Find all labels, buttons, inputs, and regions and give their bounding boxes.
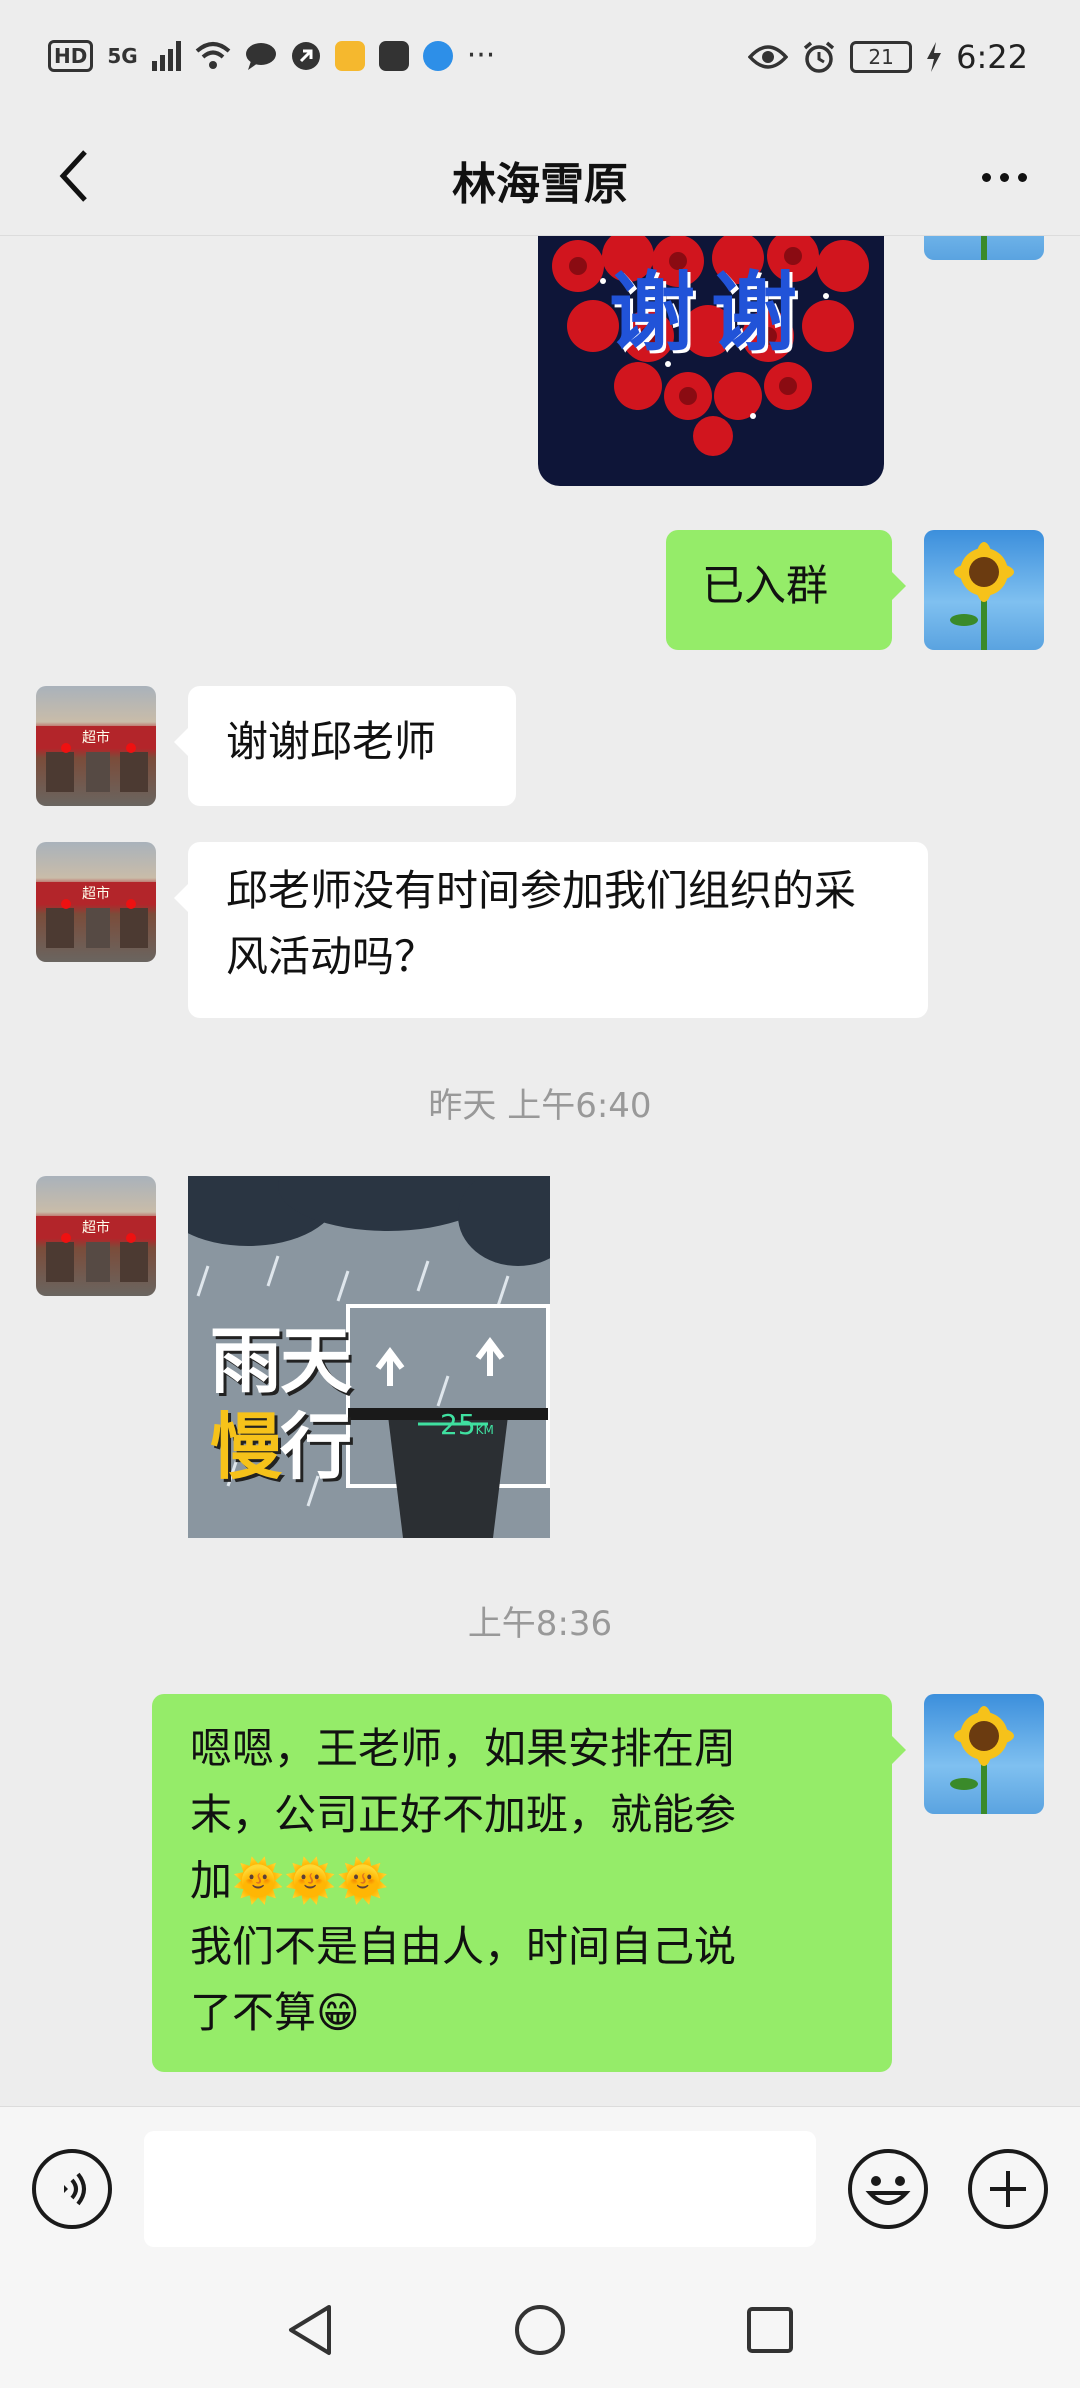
notification-app-icon bbox=[291, 41, 320, 70]
wifi-icon bbox=[195, 41, 231, 69]
status-bar: HD 5G ··· 21 6:22 bbox=[0, 0, 1080, 118]
voice-icon bbox=[64, 2172, 86, 2206]
sticker-rain-line2: 慢行 bbox=[210, 1388, 352, 1493]
sunflower-icon bbox=[950, 542, 1014, 650]
sticker-thanks-text: 谢谢 bbox=[609, 263, 813, 363]
more-notifications-icon: ··· bbox=[466, 38, 496, 73]
message-bubble-outgoing[interactable]: 嗯嗯，王老师，如果安排在周 末，公司正好不加班，就能参 加🌞🌞🌞 我们不是自由人… bbox=[152, 1694, 906, 2072]
network-type: 5G bbox=[107, 43, 138, 68]
nav-back-button[interactable] bbox=[280, 2300, 340, 2360]
nav-recents-button[interactable] bbox=[740, 2300, 800, 2360]
my-avatar[interactable] bbox=[924, 530, 1044, 650]
triangle-back-icon bbox=[289, 2305, 331, 2355]
message-text-line: 嗯嗯，王老师，如果安排在周 bbox=[190, 1724, 737, 1773]
eye-icon bbox=[748, 45, 789, 69]
contact-avatar[interactable]: 超市 bbox=[36, 842, 156, 962]
voice-button[interactable] bbox=[32, 2149, 112, 2229]
svg-text:超市: 超市 bbox=[82, 885, 110, 902]
signal-bars-icon bbox=[151, 40, 181, 71]
thanks-sticker[interactable]: 谢谢 bbox=[538, 236, 884, 486]
more-button[interactable] bbox=[964, 142, 1044, 212]
nav-home-button[interactable] bbox=[510, 2300, 570, 2360]
more-dots-icon bbox=[999, 172, 1009, 182]
my-avatar[interactable] bbox=[924, 1694, 1044, 1814]
app-notification-icon bbox=[422, 40, 453, 71]
plus-icon bbox=[990, 2171, 1026, 2207]
app-notification-icon bbox=[378, 40, 409, 71]
app-notification-icon bbox=[334, 40, 365, 71]
sunflower-icon bbox=[950, 1706, 1014, 1814]
sunflower-icon bbox=[981, 236, 987, 260]
message-text-line: 末，公司正好不加班，就能参 bbox=[190, 1790, 737, 1839]
contact-avatar[interactable]: 超市 bbox=[36, 1176, 156, 1296]
status-right: 21 6:22 bbox=[748, 38, 1028, 76]
chat-bubble-icon bbox=[245, 42, 276, 70]
sticker-rain-speed: 25KM bbox=[440, 1408, 494, 1441]
message-text: 邱老师没有时间参加我们组织的采风活动吗？ bbox=[226, 866, 857, 981]
message-bubble-outgoing[interactable]: 已入群 bbox=[666, 530, 906, 650]
hd-indicator: HD bbox=[48, 39, 94, 72]
storefront-icon: 超市 bbox=[36, 1216, 156, 1282]
svg-text:超市: 超市 bbox=[82, 729, 110, 746]
timestamp: 上午8:36 bbox=[467, 1604, 613, 1644]
contact-avatar[interactable]: 超市 bbox=[36, 686, 156, 806]
chat-messages[interactable]: 谢谢 已入群 超市 谢谢邱老师 超市 邱老师没有时间参加我们组织的采风活动吗？ … bbox=[0, 236, 1080, 2106]
system-nav-bar bbox=[0, 2270, 1080, 2388]
message-bubble-incoming[interactable]: 谢谢邱老师 bbox=[174, 686, 516, 806]
circle-home-icon bbox=[515, 2305, 565, 2355]
chat-title: 林海雪原 bbox=[452, 159, 628, 210]
smiley-icon bbox=[865, 2176, 911, 2205]
message-text-line: 了不算😁 bbox=[190, 1988, 360, 2037]
message-text-line: 加🌞🌞🌞 bbox=[190, 1856, 389, 1905]
alarm-icon bbox=[804, 41, 835, 73]
sticker-rain-slow: 慢 bbox=[210, 1405, 282, 1489]
chat-header: 林海雪原 bbox=[0, 118, 1080, 236]
message-input[interactable] bbox=[144, 2131, 816, 2247]
status-left: HD 5G ··· bbox=[48, 38, 495, 73]
svg-text:超市: 超市 bbox=[82, 1219, 110, 1236]
storefront-icon: 超市 bbox=[36, 882, 156, 948]
timestamp: 昨天 上午6:40 bbox=[428, 1086, 652, 1126]
more-dots-icon bbox=[981, 172, 991, 182]
speed-value: 25 bbox=[440, 1408, 476, 1441]
message-bubble-incoming[interactable]: 邱老师没有时间参加我们组织的采风活动吗？ bbox=[174, 842, 928, 1018]
message-text-line: 我们不是自由人，时间自己说 bbox=[190, 1922, 737, 1971]
sticker-rain-go: 行 bbox=[280, 1405, 352, 1489]
charging-icon bbox=[927, 42, 942, 72]
storefront-icon: 超市 bbox=[36, 726, 156, 792]
clock: 6:22 bbox=[956, 38, 1028, 76]
my-avatar[interactable] bbox=[924, 236, 1044, 260]
message-text: 谢谢邱老师 bbox=[226, 717, 437, 766]
speed-unit: KM bbox=[475, 1423, 494, 1437]
emoji-button[interactable] bbox=[848, 2149, 928, 2229]
battery-icon: 21 bbox=[850, 41, 913, 73]
input-bar bbox=[0, 2106, 1080, 2270]
message-text: 已入群 bbox=[702, 561, 829, 610]
more-dots-icon bbox=[1017, 172, 1027, 182]
plus-button[interactable] bbox=[968, 2149, 1048, 2229]
square-recents-icon bbox=[747, 2307, 793, 2353]
rain-sticker[interactable]: 雨天 慢行 25KM bbox=[188, 1176, 550, 1538]
